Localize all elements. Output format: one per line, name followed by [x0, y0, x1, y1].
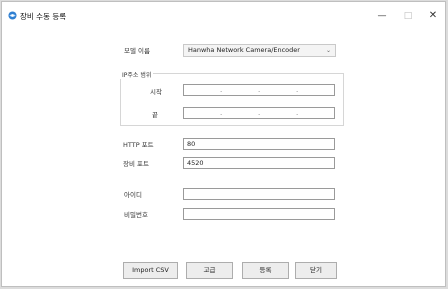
- app-globe-icon: [8, 11, 17, 20]
- window-title: 장비 수동 등록: [20, 12, 67, 21]
- chevron-down-icon: ⌄: [325, 47, 331, 54]
- add-device-manually-window: 장비 수동 등록 — □ ✕ 모델 이름 Hanwha Network Came…: [1, 1, 446, 287]
- ip-separator: [220, 108, 222, 118]
- ip-separator: [258, 108, 260, 118]
- minimize-button[interactable]: —: [372, 8, 392, 24]
- end-ip-field[interactable]: [183, 107, 335, 119]
- ip-separator: [258, 85, 260, 95]
- ip-range-label: IP주소 범위: [120, 70, 154, 79]
- ip-separator: [220, 85, 222, 95]
- close-button[interactable]: 닫기: [295, 262, 337, 279]
- start-ip-field[interactable]: [183, 84, 335, 96]
- register-button[interactable]: 등록: [242, 262, 289, 279]
- id-label: 아이디: [124, 191, 142, 199]
- ip-separator: [296, 85, 298, 95]
- device-port-field[interactable]: 4520: [183, 157, 335, 169]
- password-field[interactable]: [183, 208, 335, 220]
- http-port-label: HTTP 포트: [123, 141, 154, 149]
- http-port-field[interactable]: 80: [183, 138, 335, 150]
- maximize-button[interactable]: □: [398, 8, 418, 24]
- end-label: 끝: [152, 111, 158, 119]
- import-csv-button[interactable]: Import CSV: [123, 262, 178, 279]
- close-window-button[interactable]: ✕: [423, 8, 443, 24]
- id-field[interactable]: [183, 188, 335, 200]
- start-label: 시작: [150, 88, 162, 96]
- ip-separator: [296, 108, 298, 118]
- model-select-value: Hanwha Network Camera/Encoder: [188, 46, 300, 54]
- model-select[interactable]: Hanwha Network Camera/Encoder ⌄: [183, 44, 336, 57]
- model-name-label: 모델 이름: [124, 47, 150, 55]
- title-bar[interactable]: 장비 수동 등록 — □ ✕: [2, 2, 445, 28]
- device-port-label: 장비 포트: [123, 160, 149, 168]
- advanced-button[interactable]: 고급: [186, 262, 233, 279]
- password-label: 비밀번호: [124, 211, 148, 219]
